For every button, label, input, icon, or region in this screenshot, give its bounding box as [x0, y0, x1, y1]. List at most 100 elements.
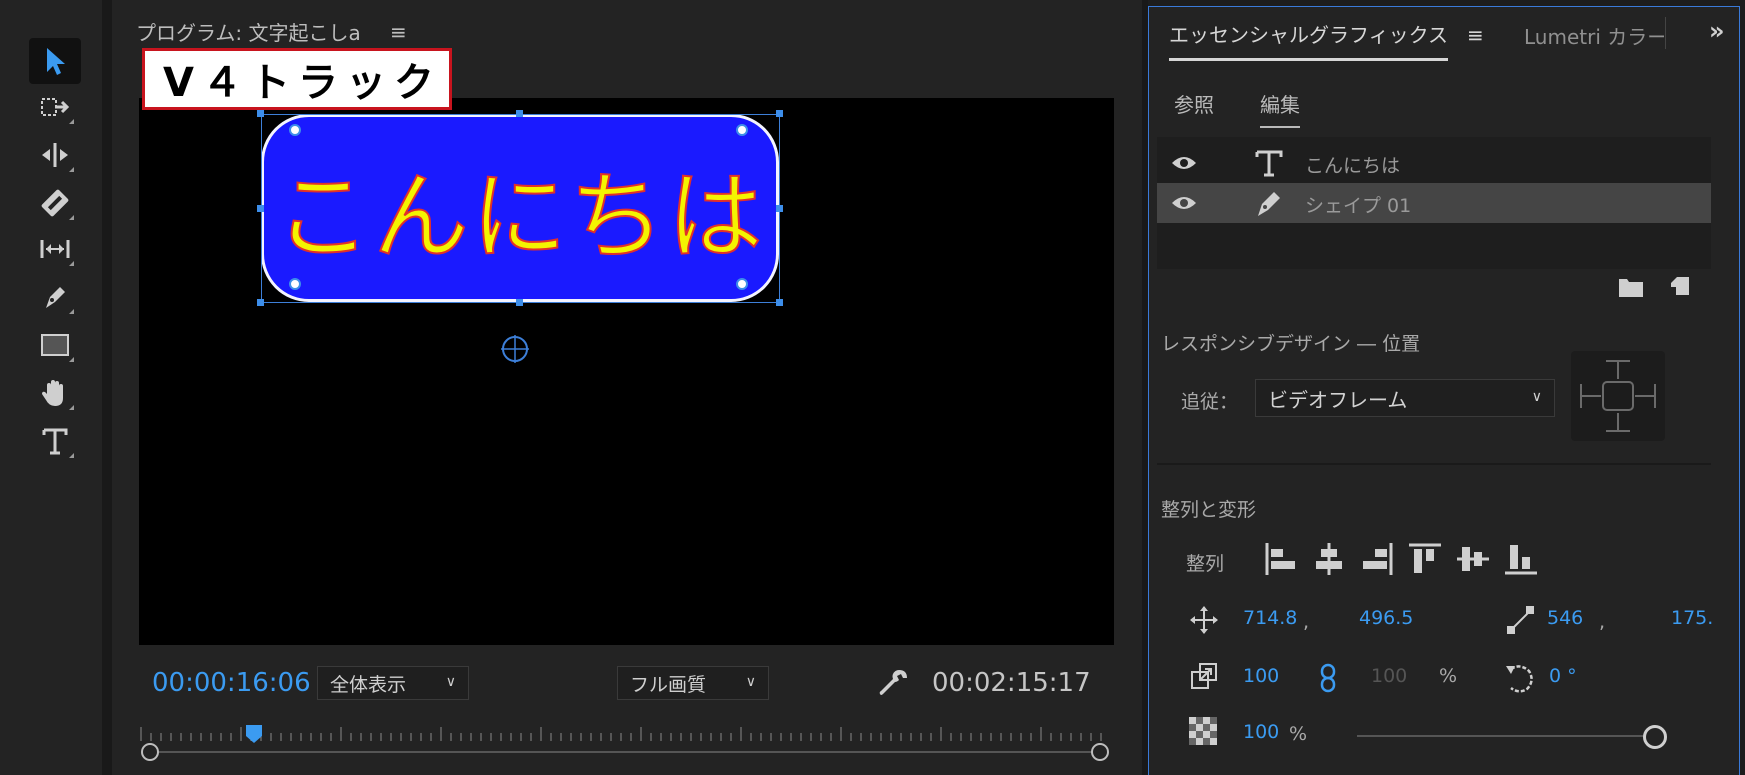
align-top-icon[interactable]	[1407, 541, 1443, 577]
playhead-marker-icon[interactable]	[244, 724, 264, 744]
program-video-frame[interactable]: こんにちは	[139, 98, 1114, 645]
arrow-cursor-icon	[47, 48, 65, 75]
opacity-unit: %	[1289, 723, 1308, 745]
layer-name: シェイプ 01	[1305, 195, 1412, 217]
subtab-browse[interactable]: 参照	[1174, 89, 1214, 126]
transform-handle-bottom-right[interactable]	[776, 299, 783, 306]
essential-graphics-panel: エッセンシャルグラフィックス ≡ Lumetri カラー » 参照 編集 こんに…	[1148, 6, 1740, 775]
new-layer-icon[interactable]	[1665, 273, 1693, 299]
time-ruler[interactable]	[139, 725, 1114, 745]
text-layer-icon	[1255, 150, 1283, 177]
layer-list: こんにちは シェイプ 01	[1157, 137, 1711, 269]
scale-unit: %	[1439, 665, 1458, 687]
transform-handle-top-right[interactable]	[776, 110, 783, 117]
layer-name: こんにちは	[1305, 155, 1401, 177]
position-y-value[interactable]: 496.5	[1359, 607, 1413, 629]
slip-icon	[40, 240, 70, 258]
opacity-checker-icon	[1189, 717, 1217, 745]
align-bottom-icon[interactable]	[1503, 541, 1539, 577]
type-tool[interactable]	[29, 418, 81, 464]
pen-icon	[46, 287, 65, 308]
subtab-edit[interactable]: 編集	[1260, 89, 1300, 128]
link-scale-icon[interactable]	[1319, 663, 1337, 693]
playback-resolution-select[interactable]: フル画質 ∨	[617, 666, 769, 700]
corner-radius-handle[interactable]	[736, 124, 748, 136]
transform-handle-right[interactable]	[776, 205, 783, 212]
slip-tool[interactable]	[29, 226, 81, 272]
ripple-edit-icon	[42, 143, 68, 167]
tab-divider	[1665, 17, 1666, 49]
monitor-controls: 00:00:16:06 全体表示 ∨ フル画質 ∨ 00:02:15:17	[112, 650, 1142, 775]
tools-panel	[0, 0, 102, 775]
anchor-point-icon[interactable]	[500, 334, 530, 364]
follow-select-value: ビデオフレーム	[1268, 387, 1408, 412]
eye-visibility-icon[interactable]	[1171, 153, 1197, 173]
anchor-point-icon	[1507, 606, 1534, 634]
rounded-shape-graphic[interactable]: こんにちは	[261, 114, 779, 302]
opacity-value[interactable]: 100	[1243, 721, 1279, 743]
corner-radius-handle[interactable]	[289, 278, 301, 290]
razor-icon	[41, 189, 69, 217]
opacity-slider-knob[interactable]	[1643, 725, 1667, 749]
layer-row-shape[interactable]: シェイプ 01	[1157, 183, 1711, 223]
new-group-folder-icon[interactable]	[1617, 273, 1645, 299]
pen-shape-layer-icon	[1258, 192, 1280, 216]
align-right-icon[interactable]	[1359, 541, 1395, 577]
pin-to-widget[interactable]	[1571, 351, 1665, 441]
transform-handle-left[interactable]	[257, 205, 264, 212]
more-panels-button[interactable]: »	[1709, 17, 1725, 45]
zoom-level-select[interactable]: 全体表示 ∨	[317, 666, 469, 700]
align-label: 整列	[1186, 553, 1225, 575]
panel-menu-button[interactable]: ≡	[1467, 23, 1484, 47]
rectangle-icon	[41, 334, 69, 356]
chevron-down-icon: ∨	[745, 674, 756, 690]
monitor-title[interactable]: プログラム: 文字起こしa	[136, 17, 361, 46]
sequence-duration-timecode: 00:02:15:17	[932, 668, 1091, 698]
position-move-icon	[1190, 606, 1218, 634]
ripple-edit-tool[interactable]	[29, 132, 81, 178]
layer-row-text[interactable]: こんにちは	[1157, 143, 1711, 183]
anchor-y-value[interactable]: 175.	[1671, 607, 1721, 629]
selection-tool[interactable]	[29, 38, 81, 84]
anchor-separator: ,	[1599, 611, 1606, 633]
type-icon	[42, 428, 68, 455]
tab-lumetri-color[interactable]: Lumetri カラー	[1524, 21, 1664, 50]
eye-visibility-icon[interactable]	[1171, 193, 1197, 213]
transform-handle-bottom-left[interactable]	[257, 299, 264, 306]
track-select-tool[interactable]	[29, 84, 81, 130]
tab-essential-graphics[interactable]: エッセンシャルグラフィックス	[1169, 19, 1448, 61]
rotation-icon	[1506, 665, 1533, 693]
opacity-slider-track[interactable]	[1357, 735, 1653, 737]
rotation-value[interactable]: 0 °	[1549, 665, 1577, 687]
zoom-level-value: 全体表示	[330, 673, 407, 696]
corner-radius-handle[interactable]	[289, 124, 301, 136]
zoom-scrollbar-left-handle[interactable]	[141, 743, 159, 761]
align-horizontal-center-icon[interactable]	[1311, 541, 1347, 577]
pen-tool[interactable]	[29, 274, 81, 320]
position-x-value[interactable]: 714.8	[1243, 607, 1297, 629]
zoom-scrollbar-track[interactable]	[150, 751, 1100, 753]
playhead-timecode[interactable]: 00:00:16:06	[152, 668, 311, 698]
corner-radius-handle[interactable]	[736, 278, 748, 290]
panel-gutter	[102, 0, 112, 775]
align-left-icon[interactable]	[1263, 541, 1299, 577]
chevron-down-icon: ∨	[1531, 389, 1542, 405]
shape-text[interactable]: こんにちは	[274, 139, 765, 278]
follow-select[interactable]: ビデオフレーム ∨	[1255, 379, 1555, 417]
scale-value[interactable]: 100	[1243, 665, 1279, 687]
monitor-menu-button[interactable]: ≡	[390, 20, 407, 44]
transform-handle-top-left[interactable]	[257, 110, 264, 117]
rectangle-tool[interactable]	[29, 322, 81, 368]
hand-tool[interactable]	[29, 370, 81, 416]
razor-tool[interactable]	[29, 180, 81, 226]
chevron-down-icon: ∨	[445, 674, 456, 690]
transform-handle-bottom[interactable]	[516, 299, 523, 306]
zoom-scrollbar-right-handle[interactable]	[1091, 743, 1109, 761]
playback-resolution-value: フル画質	[630, 673, 707, 696]
transform-handle-top[interactable]	[516, 110, 523, 117]
align-vertical-center-icon[interactable]	[1455, 541, 1491, 577]
wrench-settings-icon[interactable]	[877, 666, 911, 700]
follow-label: 追従：	[1181, 391, 1239, 413]
anchor-x-value[interactable]: 546	[1547, 607, 1583, 629]
track-select-icon	[41, 98, 70, 116]
